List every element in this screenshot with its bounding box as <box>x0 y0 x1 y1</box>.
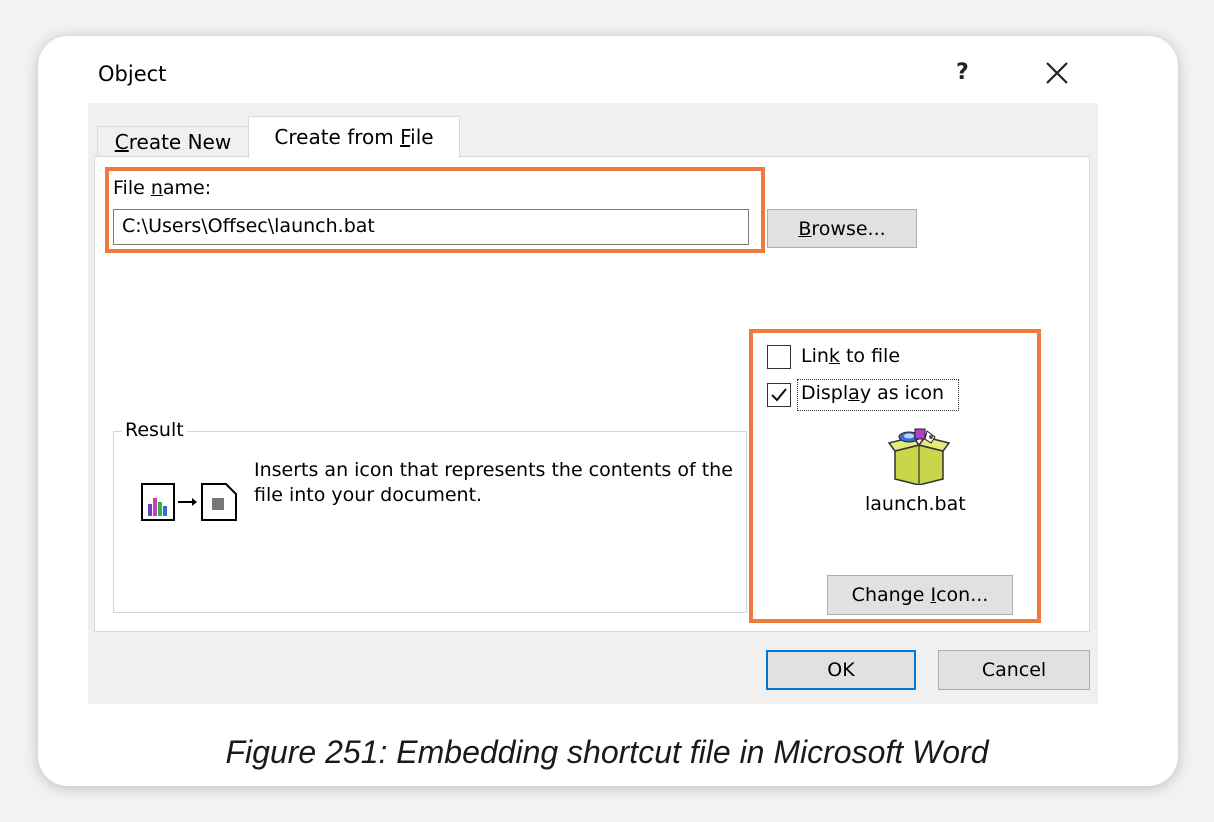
checkmark-icon <box>771 388 787 402</box>
change-icon-button[interactable]: Change Icon... <box>827 575 1013 615</box>
help-button[interactable]: ? <box>956 60 969 85</box>
display-as-icon-checkbox[interactable] <box>767 383 791 407</box>
result-group: Result Inserts an icon that represents t… <box>113 419 747 613</box>
link-to-file-label: Link to file <box>801 345 901 367</box>
cancel-button[interactable]: Cancel <box>938 650 1090 690</box>
result-title: Result <box>122 419 187 441</box>
batch-file-icon <box>887 428 951 485</box>
ok-button[interactable]: OK <box>766 650 916 690</box>
tab-create-from-file[interactable]: Create from File <box>248 116 460 158</box>
file-name-label: File name: <box>113 177 212 199</box>
browse-button[interactable]: Browse... <box>767 209 917 248</box>
file-name-field[interactable]: C:\Users\Offsec\launch.bat <box>113 209 749 245</box>
result-description: Inserts an icon that represents the cont… <box>254 459 733 506</box>
dialog-titlebar: Object ? <box>88 48 1098 103</box>
embed-result-icon <box>141 483 237 521</box>
tab-create-new[interactable]: Create New <box>97 126 249 158</box>
link-to-file-checkbox[interactable] <box>767 345 791 369</box>
tab-panel: File name: C:\Users\Offsec\launch.bat Br… <box>94 156 1090 632</box>
figure-caption: Figure 251: Embedding shortcut file in M… <box>225 734 989 770</box>
dialog-title: Object <box>98 62 167 86</box>
display-as-icon-label: Display as icon <box>801 382 945 404</box>
object-dialog: Object ? Create New Create from File Fil… <box>88 48 1098 704</box>
close-icon[interactable] <box>1042 56 1072 90</box>
icon-caption: launch.bat <box>865 493 966 515</box>
